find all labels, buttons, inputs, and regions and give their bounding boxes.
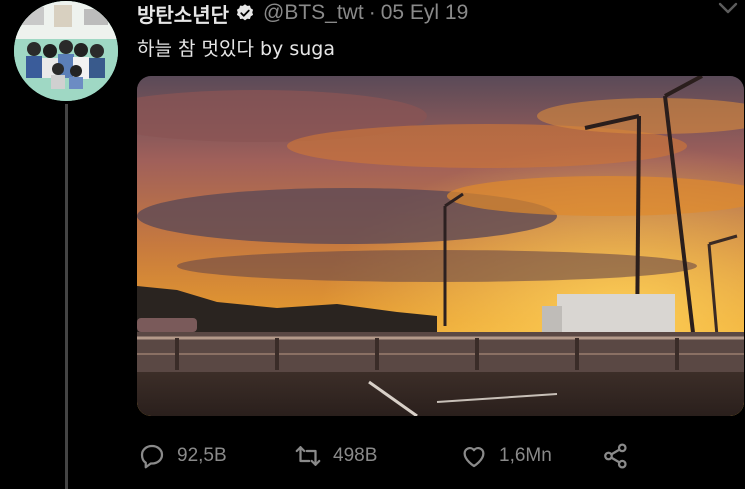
tweet-text: 하늘 참 멋있다 by suga <box>137 38 335 60</box>
media-image[interactable] <box>137 76 744 416</box>
like-button[interactable]: 1,6Mn <box>459 441 601 471</box>
tweet-date[interactable]: 05 Eyl 19 <box>381 1 469 25</box>
tweet-header: 방탄소년단 @BTS_twt · 05 Eyl 19 <box>137 0 469 28</box>
handle[interactable]: @BTS_twt <box>263 1 364 25</box>
like-count: 1,6Mn <box>499 445 552 466</box>
chevron-down-icon[interactable] <box>717 0 739 16</box>
separator: · <box>368 1 376 24</box>
display-name[interactable]: 방탄소년단 <box>137 0 229 28</box>
retweet-icon <box>295 446 321 466</box>
reply-icon <box>140 444 164 469</box>
action-bar: 92,5B 498B 1,6Mn <box>137 438 631 474</box>
share-icon <box>604 443 627 469</box>
retweet-count: 498B <box>333 445 378 466</box>
avatar[interactable] <box>14 1 118 101</box>
avatar-image <box>14 1 118 101</box>
verified-badge-icon <box>236 4 254 21</box>
sunset-photo <box>137 76 744 416</box>
tweet: 방탄소년단 @BTS_twt · 05 Eyl 19 하늘 참 멋있다 by s… <box>0 0 745 489</box>
reply-button[interactable]: 92,5B <box>137 441 293 471</box>
reply-count: 92,5B <box>177 445 227 466</box>
share-button[interactable] <box>601 441 631 471</box>
retweet-button[interactable]: 498B <box>293 441 459 471</box>
heart-icon <box>463 447 485 468</box>
thread-line <box>65 104 68 489</box>
